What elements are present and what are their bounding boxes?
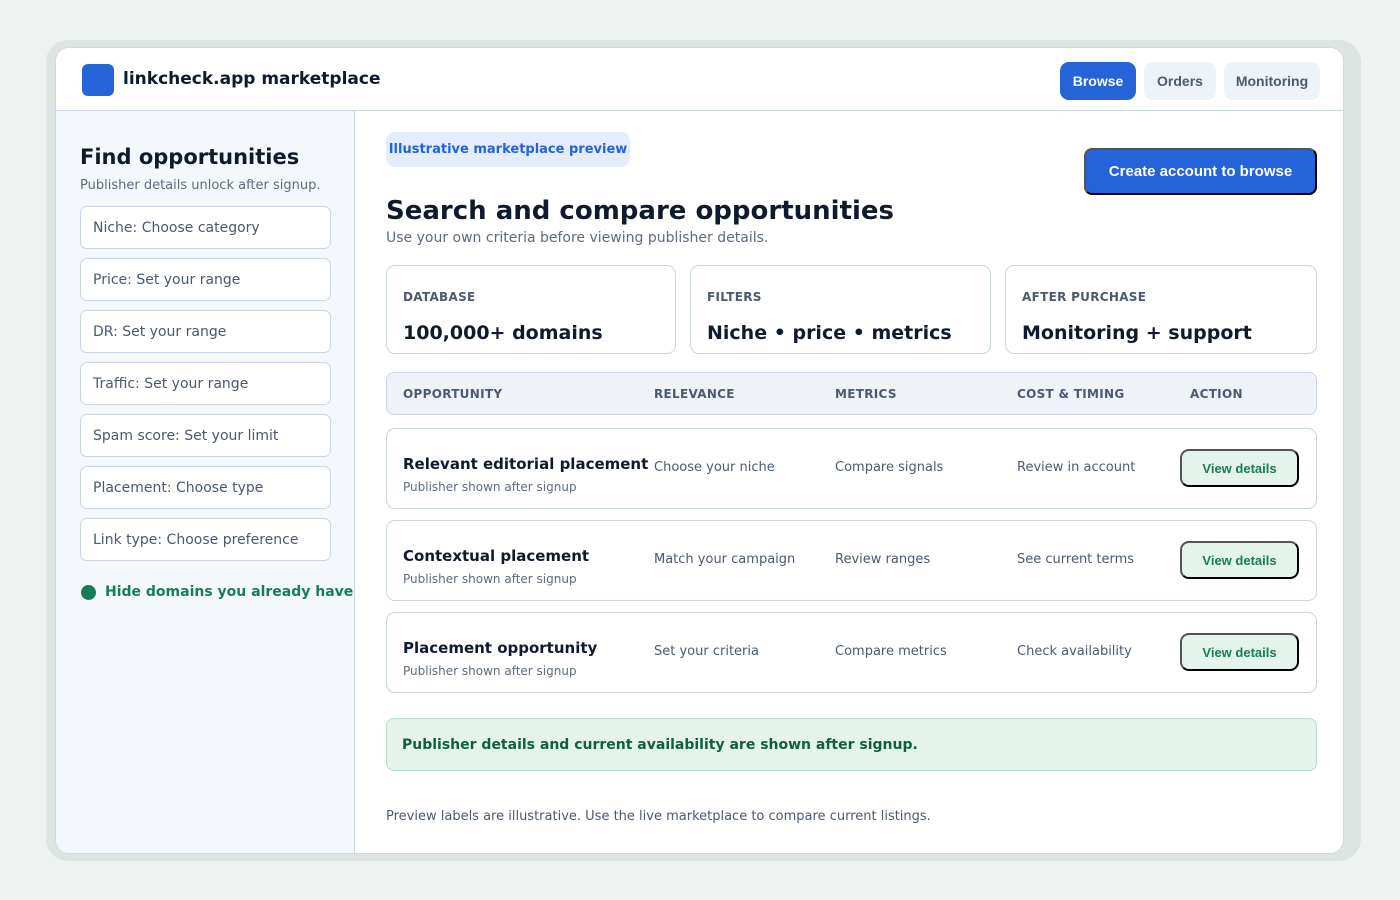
row-subtitle: Publisher shown after signup: [403, 572, 577, 586]
cost-cell: Review in account: [1017, 460, 1136, 475]
app-window: linkcheck.app marketplace Browse Orders …: [55, 47, 1344, 854]
stat-value: Monitoring + support: [1022, 322, 1252, 344]
cost-cell: See current terms: [1017, 552, 1135, 567]
app-title: linkcheck.app marketplace: [123, 69, 381, 89]
row-subtitle: Publisher shown after signup: [403, 480, 577, 494]
table-row: Contextual placement Publisher shown aft…: [386, 520, 1317, 601]
row-subtitle: Publisher shown after signup: [403, 664, 577, 678]
dr-filter[interactable]: DR: Set your range: [80, 310, 331, 353]
app-logo-icon: [82, 64, 114, 96]
stat-card-database: DATABASE 100,000+ domains: [386, 265, 676, 354]
nav-browse-button[interactable]: Browse: [1060, 62, 1136, 100]
page-subtitle: Use your own criteria before viewing pub…: [386, 230, 769, 246]
cost-cell: Check availability: [1017, 644, 1132, 659]
signup-notice: Publisher details and current availabili…: [386, 718, 1317, 771]
column-header-opportunity: OPPORTUNITY: [403, 387, 503, 401]
toggle-dot-icon[interactable]: [81, 584, 96, 600]
sidebar-subtitle: Publisher details unlock after signup.: [80, 178, 321, 193]
relevance-cell: Choose your niche: [654, 460, 775, 475]
metrics-cell: Compare signals: [835, 460, 944, 475]
stat-label: DATABASE: [403, 290, 476, 304]
create-account-button[interactable]: Create account to browse: [1084, 148, 1317, 195]
stat-label: FILTERS: [707, 290, 762, 304]
view-details-button[interactable]: View details: [1180, 541, 1299, 579]
nav-orders-button[interactable]: Orders: [1144, 62, 1216, 100]
placement-filter[interactable]: Placement: Choose type: [80, 466, 331, 509]
price-filter[interactable]: Price: Set your range: [80, 258, 331, 301]
sidebar-title: Find opportunities: [80, 145, 300, 169]
nav-monitoring-button[interactable]: Monitoring: [1224, 62, 1320, 100]
table-row: Relevant editorial placement Publisher s…: [386, 428, 1317, 509]
stat-label: AFTER PURCHASE: [1022, 290, 1147, 304]
header-bar: linkcheck.app marketplace Browse Orders …: [56, 48, 1343, 111]
stat-value: 100,000+ domains: [403, 322, 603, 344]
niche-filter[interactable]: Niche: Choose category: [80, 206, 331, 249]
spam-score-filter[interactable]: Spam score: Set your limit: [80, 414, 331, 457]
filter-sidebar: Find opportunities Publisher details unl…: [56, 111, 355, 853]
footnote: Preview labels are illustrative. Use the…: [386, 809, 931, 824]
relevance-cell: Match your campaign: [654, 552, 796, 567]
preview-badge: Illustrative marketplace preview: [386, 132, 630, 167]
column-header-relevance: RELEVANCE: [654, 387, 735, 401]
metrics-cell: Review ranges: [835, 552, 931, 567]
hide-owned-domains-toggle[interactable]: Hide domains you already have: [81, 584, 353, 600]
row-title: Contextual placement: [403, 547, 590, 565]
view-details-button[interactable]: View details: [1180, 449, 1299, 487]
hide-owned-domains-label: Hide domains you already have: [105, 584, 354, 600]
column-header-cost-timing: COST & TIMING: [1017, 387, 1125, 401]
relevance-cell: Set your criteria: [654, 644, 759, 659]
link-type-filter[interactable]: Link type: Choose preference: [80, 518, 331, 561]
row-title: Placement opportunity: [403, 639, 598, 657]
stat-value: Niche • price • metrics: [707, 322, 952, 344]
row-title: Relevant editorial placement: [403, 455, 649, 473]
metrics-cell: Compare metrics: [835, 644, 947, 659]
page-title: Search and compare opportunities: [386, 196, 895, 226]
stat-card-filters: FILTERS Niche • price • metrics: [690, 265, 991, 354]
view-details-button[interactable]: View details: [1180, 633, 1299, 671]
table-header: OPPORTUNITY RELEVANCE METRICS COST & TIM…: [386, 372, 1317, 415]
column-header-metrics: METRICS: [835, 387, 897, 401]
stat-card-after-purchase: AFTER PURCHASE Monitoring + support: [1005, 265, 1317, 354]
table-row: Placement opportunity Publisher shown af…: [386, 612, 1317, 693]
column-header-action: ACTION: [1190, 387, 1243, 401]
traffic-filter[interactable]: Traffic: Set your range: [80, 362, 331, 405]
